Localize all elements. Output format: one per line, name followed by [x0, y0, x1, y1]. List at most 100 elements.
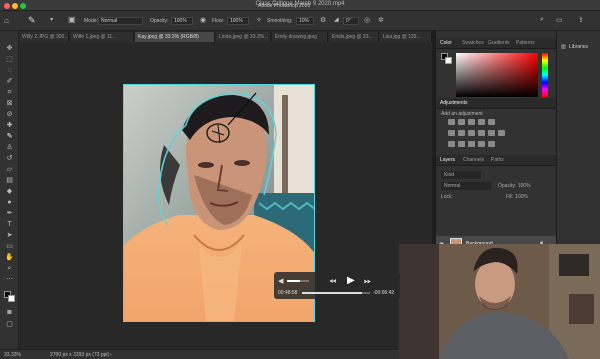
brush-tool-icon[interactable]: ✎: [28, 15, 36, 26]
tab-color[interactable]: Color: [440, 40, 452, 46]
invert-icon[interactable]: [448, 141, 455, 147]
shape-tool-icon[interactable]: ▭: [5, 243, 14, 250]
gradient-tool-icon[interactable]: ▤: [5, 177, 14, 184]
tab-document[interactable]: Wilfo 1.jpeg @ 11...: [70, 32, 134, 42]
layer-lock-label: Lock:: [441, 194, 453, 200]
tab-swatches[interactable]: Swatches: [462, 40, 484, 46]
tab-document[interactable]: Lisa.jpg @ 133...: [380, 32, 432, 42]
document-info[interactable]: 2700 px x 3393 px (72 ppi): [50, 352, 109, 358]
crop-tool-icon[interactable]: ⌗: [5, 89, 14, 96]
adjustments-title[interactable]: Adjustments: [440, 100, 468, 106]
opacity-input[interactable]: 100%: [171, 17, 193, 25]
hue-slider[interactable]: [542, 53, 548, 97]
posterize-icon[interactable]: [458, 141, 465, 147]
seek-progress: [302, 292, 362, 294]
screen-mode-icon[interactable]: ▢: [5, 321, 14, 328]
angle-input[interactable]: 0°: [343, 17, 359, 25]
smoothing-label: Smoothing:: [267, 18, 293, 24]
tab-paths[interactable]: Paths: [491, 157, 504, 163]
libraries-label[interactable]: Libraries: [569, 44, 588, 50]
adjustments-hint: Add an adjustment: [441, 111, 483, 117]
airbrush-icon[interactable]: ✧: [256, 16, 262, 24]
tab-layers[interactable]: Layers: [440, 157, 455, 163]
curves-icon[interactable]: [468, 119, 475, 125]
tab-document[interactable]: Wilfy 2.JPG @ 300...: [19, 32, 69, 42]
layer-fill[interactable]: Fill: 100%: [506, 194, 528, 200]
volume-icon[interactable]: ◀: [278, 277, 283, 285]
levels-icon[interactable]: [458, 119, 465, 125]
tab-gradients[interactable]: Gradients: [488, 40, 510, 46]
smoothing-options-icon[interactable]: ⚙: [320, 16, 326, 24]
photo-filter-icon[interactable]: [478, 130, 485, 136]
zoom-level[interactable]: 33.33%: [4, 352, 21, 358]
brush-settings-icon[interactable]: ▣: [68, 15, 76, 24]
tab-channels[interactable]: Channels: [463, 157, 484, 163]
flow-input[interactable]: 100%: [227, 17, 249, 25]
lasso-tool-icon[interactable]: ◌: [5, 67, 14, 74]
status-arrow-icon[interactable]: ›: [110, 352, 112, 358]
clone-stamp-tool-icon[interactable]: ♙: [5, 144, 14, 151]
move-tool-icon[interactable]: ✥: [5, 45, 14, 52]
brush-size-picker[interactable]: ▾: [50, 16, 53, 23]
healing-tool-icon[interactable]: ✚: [5, 122, 14, 129]
search-icon[interactable]: ⌕: [540, 16, 544, 24]
selective-color-icon[interactable]: [488, 141, 495, 147]
angle-icon: ◢: [334, 17, 339, 23]
color-balance-icon[interactable]: [458, 130, 465, 136]
symmetry-icon[interactable]: ✲: [378, 16, 384, 24]
home-icon[interactable]: ⌂: [4, 16, 9, 25]
frame-tool-icon[interactable]: ⊠: [5, 100, 14, 107]
history-brush-tool-icon[interactable]: ↺: [5, 155, 14, 162]
eraser-tool-icon[interactable]: ▱: [5, 166, 14, 173]
color-picker-field[interactable]: [456, 53, 538, 97]
pressure-opacity-icon[interactable]: ◉: [200, 16, 206, 24]
exposure-icon[interactable]: [478, 119, 485, 125]
color-lookup-icon[interactable]: [498, 130, 505, 136]
share-icon[interactable]: ⇪: [578, 16, 584, 24]
hand-tool-icon[interactable]: ✋: [5, 254, 14, 261]
brush-tool-icon[interactable]: ✎: [5, 133, 14, 140]
pressure-size-icon[interactable]: ◎: [364, 16, 370, 24]
pen-tool-icon[interactable]: ✒: [5, 210, 14, 217]
threshold-icon[interactable]: [468, 141, 475, 147]
background-color-swatch[interactable]: [8, 295, 15, 302]
layer-opacity[interactable]: Opacity: 100%: [498, 183, 531, 189]
quick-mask-icon[interactable]: ◙: [5, 309, 14, 316]
rewind-icon[interactable]: ⏪︎: [329, 276, 336, 287]
brightness-icon[interactable]: [448, 119, 455, 125]
vibrance-icon[interactable]: [488, 119, 495, 125]
volume-slider[interactable]: [287, 280, 309, 282]
zoom-tool-icon[interactable]: ⌕: [5, 265, 14, 272]
video-player-controls: ◀ ⏪︎ ▶ ⏩︎ 00:48:58 -00:06:42: [274, 272, 400, 299]
tab-document[interactable]: Emils.jpeg @ 33...: [329, 32, 379, 42]
tab-document[interactable]: Linda.jpeg @ 33.3%...: [216, 32, 271, 42]
mode-select[interactable]: Normal: [98, 17, 143, 25]
fast-forward-icon[interactable]: ⏩︎: [364, 276, 371, 287]
eyedropper-tool-icon[interactable]: ⊘: [5, 111, 14, 118]
channel-mixer-icon[interactable]: [488, 130, 495, 136]
black-white-icon[interactable]: [468, 130, 475, 136]
tab-document-active[interactable]: Kay.jpeg @ 33.3% (RGB/8): [135, 32, 215, 42]
tab-patterns[interactable]: Patterns: [516, 40, 535, 46]
dodge-tool-icon[interactable]: ●: [5, 199, 14, 206]
play-icon[interactable]: ▶: [347, 275, 355, 286]
quick-select-tool-icon[interactable]: ✐: [5, 78, 14, 85]
seek-bar[interactable]: [302, 292, 370, 294]
path-select-tool-icon[interactable]: ➤: [5, 232, 14, 239]
layer-filter-select[interactable]: Kind: [441, 171, 481, 179]
hue-saturation-icon[interactable]: [448, 130, 455, 136]
color-background-swatch[interactable]: [445, 57, 452, 64]
tab-document[interactable]: Emily drawing.jpeg: [272, 32, 328, 42]
gradient-map-icon[interactable]: [478, 141, 485, 147]
layer-blend-select[interactable]: Normal: [441, 182, 491, 190]
marquee-tool-icon[interactable]: ⬚: [5, 56, 14, 63]
type-tool-icon[interactable]: T: [5, 221, 14, 228]
opacity-label: Opacity:: [150, 18, 169, 24]
smoothing-input[interactable]: 10%: [296, 17, 314, 25]
blur-tool-icon[interactable]: ◆: [5, 188, 14, 195]
more-tools-icon[interactable]: ⋯: [5, 276, 14, 283]
workspace-icon[interactable]: ▭: [556, 16, 563, 24]
options-bar: ⌂ ✎ ▾ ▣ Mode: Normal Opacity: 100% ◉ Flo…: [0, 3, 600, 31]
tools-panel: ✥ ⬚ ◌ ✐ ⌗ ⊠ ⊘ ✚ ✎ ♙ ↺ ▱ ▤ ◆ ● ✒ T ➤ ▭ ✋ …: [0, 31, 19, 349]
libraries-icon[interactable]: ▥: [561, 44, 566, 50]
